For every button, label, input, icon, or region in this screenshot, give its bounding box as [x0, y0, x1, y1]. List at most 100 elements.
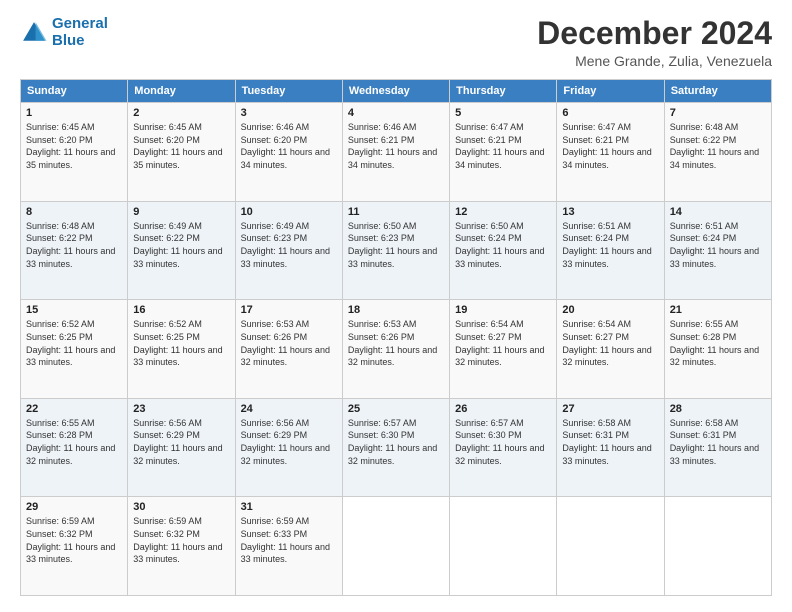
day-cell: 4 Sunrise: 6:46 AM Sunset: 6:21 PM Dayli…: [342, 103, 449, 202]
day-info: Sunrise: 6:49 AM Sunset: 6:22 PM Dayligh…: [133, 220, 229, 270]
sunset-label: Sunset: 6:30 PM: [455, 430, 522, 440]
sunset-label: Sunset: 6:26 PM: [348, 332, 415, 342]
sunset-label: Sunset: 6:32 PM: [133, 529, 200, 539]
calendar-table: SundayMondayTuesdayWednesdayThursdayFrid…: [20, 79, 772, 596]
logo-line2: Blue: [52, 32, 85, 49]
sunrise-label: Sunrise: 6:59 AM: [241, 516, 310, 526]
day-cell: [664, 497, 771, 596]
day-number: 6: [562, 107, 658, 119]
day-number: 16: [133, 304, 229, 316]
day-info: Sunrise: 6:51 AM Sunset: 6:24 PM Dayligh…: [562, 220, 658, 270]
header-tuesday: Tuesday: [235, 80, 342, 103]
day-number: 25: [348, 403, 444, 415]
day-cell: 21 Sunrise: 6:55 AM Sunset: 6:28 PM Dayl…: [664, 300, 771, 399]
day-info: Sunrise: 6:59 AM Sunset: 6:32 PM Dayligh…: [26, 515, 122, 565]
sunset-label: Sunset: 6:23 PM: [241, 233, 308, 243]
day-info: Sunrise: 6:53 AM Sunset: 6:26 PM Dayligh…: [348, 318, 444, 368]
day-cell: 6 Sunrise: 6:47 AM Sunset: 6:21 PM Dayli…: [557, 103, 664, 202]
daylight-label: Daylight: 11 hours and 32 minutes.: [241, 345, 330, 368]
daylight-label: Daylight: 11 hours and 34 minutes.: [455, 147, 544, 170]
header: General Blue December 2024 Mene Grande, …: [20, 16, 772, 69]
day-cell: 7 Sunrise: 6:48 AM Sunset: 6:22 PM Dayli…: [664, 103, 771, 202]
day-cell: 9 Sunrise: 6:49 AM Sunset: 6:22 PM Dayli…: [128, 201, 235, 300]
day-number: 13: [562, 206, 658, 218]
sunrise-label: Sunrise: 6:56 AM: [133, 418, 202, 428]
sunrise-label: Sunrise: 6:58 AM: [670, 418, 739, 428]
day-cell: 22 Sunrise: 6:55 AM Sunset: 6:28 PM Dayl…: [21, 398, 128, 497]
sunrise-label: Sunrise: 6:45 AM: [26, 122, 95, 132]
day-number: 29: [26, 501, 122, 513]
sunset-label: Sunset: 6:21 PM: [455, 135, 522, 145]
day-info: Sunrise: 6:57 AM Sunset: 6:30 PM Dayligh…: [455, 417, 551, 467]
daylight-label: Daylight: 11 hours and 32 minutes.: [133, 443, 222, 466]
daylight-label: Daylight: 11 hours and 32 minutes.: [348, 443, 437, 466]
day-info: Sunrise: 6:47 AM Sunset: 6:21 PM Dayligh…: [455, 121, 551, 171]
day-cell: 10 Sunrise: 6:49 AM Sunset: 6:23 PM Dayl…: [235, 201, 342, 300]
day-cell: 30 Sunrise: 6:59 AM Sunset: 6:32 PM Dayl…: [128, 497, 235, 596]
sunset-label: Sunset: 6:20 PM: [133, 135, 200, 145]
day-number: 1: [26, 107, 122, 119]
day-number: 18: [348, 304, 444, 316]
day-cell: 23 Sunrise: 6:56 AM Sunset: 6:29 PM Dayl…: [128, 398, 235, 497]
sunset-label: Sunset: 6:25 PM: [133, 332, 200, 342]
sunset-label: Sunset: 6:31 PM: [562, 430, 629, 440]
sunset-label: Sunset: 6:22 PM: [670, 135, 737, 145]
sunrise-label: Sunrise: 6:59 AM: [26, 516, 95, 526]
day-info: Sunrise: 6:50 AM Sunset: 6:24 PM Dayligh…: [455, 220, 551, 270]
day-cell: 14 Sunrise: 6:51 AM Sunset: 6:24 PM Dayl…: [664, 201, 771, 300]
day-info: Sunrise: 6:59 AM Sunset: 6:32 PM Dayligh…: [133, 515, 229, 565]
day-info: Sunrise: 6:50 AM Sunset: 6:23 PM Dayligh…: [348, 220, 444, 270]
sunrise-label: Sunrise: 6:49 AM: [133, 221, 202, 231]
sunrise-label: Sunrise: 6:52 AM: [133, 319, 202, 329]
sunset-label: Sunset: 6:27 PM: [455, 332, 522, 342]
day-info: Sunrise: 6:55 AM Sunset: 6:28 PM Dayligh…: [26, 417, 122, 467]
sunrise-label: Sunrise: 6:50 AM: [348, 221, 417, 231]
day-info: Sunrise: 6:58 AM Sunset: 6:31 PM Dayligh…: [562, 417, 658, 467]
logo-line1: General: [52, 15, 108, 32]
day-info: Sunrise: 6:59 AM Sunset: 6:33 PM Dayligh…: [241, 515, 337, 565]
daylight-label: Daylight: 11 hours and 34 minutes.: [241, 147, 330, 170]
sunrise-label: Sunrise: 6:55 AM: [670, 319, 739, 329]
day-info: Sunrise: 6:57 AM Sunset: 6:30 PM Dayligh…: [348, 417, 444, 467]
day-number: 26: [455, 403, 551, 415]
header-wednesday: Wednesday: [342, 80, 449, 103]
header-saturday: Saturday: [664, 80, 771, 103]
day-info: Sunrise: 6:48 AM Sunset: 6:22 PM Dayligh…: [26, 220, 122, 270]
title-block: December 2024 Mene Grande, Zulia, Venezu…: [537, 16, 772, 69]
daylight-label: Daylight: 11 hours and 33 minutes.: [455, 246, 544, 269]
sunrise-label: Sunrise: 6:48 AM: [670, 122, 739, 132]
day-cell: 12 Sunrise: 6:50 AM Sunset: 6:24 PM Dayl…: [450, 201, 557, 300]
day-cell: [557, 497, 664, 596]
sunset-label: Sunset: 6:30 PM: [348, 430, 415, 440]
day-cell: 16 Sunrise: 6:52 AM Sunset: 6:25 PM Dayl…: [128, 300, 235, 399]
day-cell: 5 Sunrise: 6:47 AM Sunset: 6:21 PM Dayli…: [450, 103, 557, 202]
day-cell: 24 Sunrise: 6:56 AM Sunset: 6:29 PM Dayl…: [235, 398, 342, 497]
daylight-label: Daylight: 11 hours and 32 minutes.: [348, 345, 437, 368]
sunset-label: Sunset: 6:29 PM: [133, 430, 200, 440]
daylight-label: Daylight: 11 hours and 33 minutes.: [562, 246, 651, 269]
day-number: 23: [133, 403, 229, 415]
sunset-label: Sunset: 6:22 PM: [26, 233, 93, 243]
day-number: 19: [455, 304, 551, 316]
day-info: Sunrise: 6:45 AM Sunset: 6:20 PM Dayligh…: [133, 121, 229, 171]
daylight-label: Daylight: 11 hours and 34 minutes.: [562, 147, 651, 170]
sunset-label: Sunset: 6:20 PM: [241, 135, 308, 145]
sunrise-label: Sunrise: 6:46 AM: [348, 122, 417, 132]
day-cell: 19 Sunrise: 6:54 AM Sunset: 6:27 PM Dayl…: [450, 300, 557, 399]
sunrise-label: Sunrise: 6:47 AM: [562, 122, 631, 132]
day-info: Sunrise: 6:53 AM Sunset: 6:26 PM Dayligh…: [241, 318, 337, 368]
daylight-label: Daylight: 11 hours and 32 minutes.: [455, 443, 544, 466]
page: General Blue December 2024 Mene Grande, …: [0, 0, 792, 612]
sunrise-label: Sunrise: 6:49 AM: [241, 221, 310, 231]
daylight-label: Daylight: 11 hours and 33 minutes.: [670, 246, 759, 269]
day-cell: 25 Sunrise: 6:57 AM Sunset: 6:30 PM Dayl…: [342, 398, 449, 497]
sunrise-label: Sunrise: 6:55 AM: [26, 418, 95, 428]
week-row-5: 29 Sunrise: 6:59 AM Sunset: 6:32 PM Dayl…: [21, 497, 772, 596]
sunrise-label: Sunrise: 6:56 AM: [241, 418, 310, 428]
sunset-label: Sunset: 6:25 PM: [26, 332, 93, 342]
day-cell: 15 Sunrise: 6:52 AM Sunset: 6:25 PM Dayl…: [21, 300, 128, 399]
sunrise-label: Sunrise: 6:47 AM: [455, 122, 524, 132]
daylight-label: Daylight: 11 hours and 32 minutes.: [455, 345, 544, 368]
day-info: Sunrise: 6:51 AM Sunset: 6:24 PM Dayligh…: [670, 220, 766, 270]
day-cell: [342, 497, 449, 596]
